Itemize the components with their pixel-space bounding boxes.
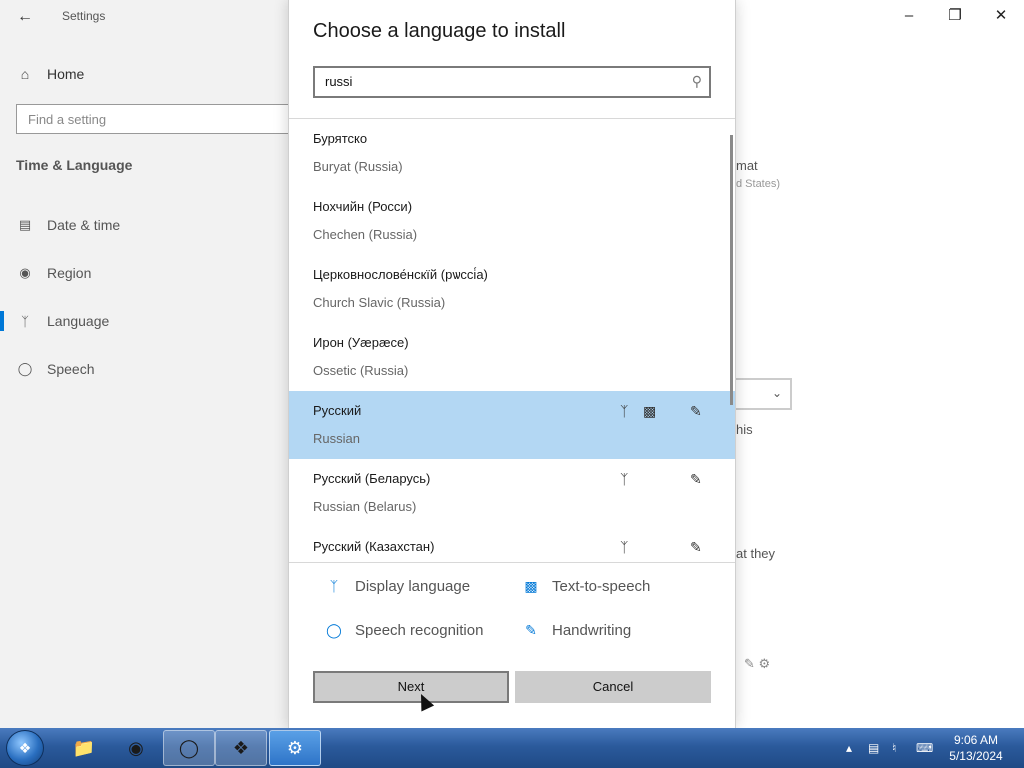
language-native-name: Нохчийн (Росси) (313, 199, 413, 214)
legend-speech-recognition: ◯ Speech recognition (325, 619, 483, 641)
background-text-this: his (736, 422, 753, 437)
home-label: Home (47, 66, 85, 82)
legend-display-language: ᛉ Display language (325, 575, 470, 597)
find-setting-input[interactable]: Find a setting (16, 104, 306, 134)
language-native-name: Русский (313, 403, 362, 418)
background-dropdown[interactable]: ⌄ (730, 378, 792, 410)
clock-time: 9:06 AM (953, 733, 999, 747)
legend-handwriting: ✎ Handwriting (522, 619, 631, 641)
legend-label: Handwriting (552, 621, 632, 639)
keyboard-icon[interactable]: ⌨ (916, 728, 933, 768)
display-language-icon: ᛉ (620, 539, 629, 555)
language-native-name: Русский (Беларусь) (313, 471, 431, 486)
chevron-down-icon: ⌄ (771, 386, 782, 400)
section-heading: Time & Language (16, 157, 133, 173)
language-english-name: Ossetic (Russia) (313, 363, 409, 378)
language-row-church-slavic[interactable]: Церковнослове́нскїй (рѡссі́а) Church Sla… (289, 255, 735, 323)
language-english-name: Chechen (Russia) (313, 227, 418, 242)
settings-gear-icon[interactable]: ⚙ (269, 730, 321, 766)
handwriting-icon: ✎ (690, 539, 702, 555)
display-language-icon: ᛉ (620, 403, 629, 419)
display-language-icon: ᛉ (620, 471, 629, 487)
language-row-russian-belarus[interactable]: Русский (Беларусь) Russian (Belarus) ᛉ ✎ (289, 459, 735, 527)
sidebar-item-label: Date & time (47, 217, 121, 233)
taskbar: ❖ 📁 ◉ ◯ ❖ ⚙ ▴ ▤ ♮ ⌨ 9:06 AM 5/13/2024 (0, 728, 1024, 768)
microphone-icon: ◯ (17, 361, 33, 376)
home-icon: ⌂ (20, 66, 30, 82)
sidebar-item-speech[interactable]: ◯ Speech (16, 357, 95, 381)
network-icon[interactable]: ▤ (868, 728, 879, 768)
language-row-russian[interactable]: Русский Russian ᛉ ▩ ✎ (289, 391, 735, 459)
volume-muted-icon[interactable]: ♮ (892, 728, 896, 768)
firefox-icon[interactable]: ◉ (110, 730, 162, 766)
minimize-button[interactable]: – (897, 4, 921, 28)
language-icon: ᛉ (21, 313, 29, 329)
calendar-clock-icon: ▤ (18, 217, 32, 232)
language-english-name: Church Slavic (Russia) (313, 295, 446, 310)
window-title: Settings (62, 9, 106, 23)
background-feature-icons: ✎ ⚙ (744, 656, 771, 671)
background-text-that-they: at they (736, 546, 776, 561)
display-language-icon: ᛉ (329, 578, 339, 594)
handwriting-icon: ✎ (525, 621, 537, 638)
start-button[interactable]: ❖ (6, 730, 44, 766)
globe-icon: ◉ (19, 265, 31, 280)
microphone-icon: ◯ (326, 621, 342, 638)
sidebar-item-date-time[interactable]: ▤ Date & time (16, 213, 120, 237)
legend-label: Speech recognition (355, 621, 484, 639)
cancel-button[interactable]: Cancel (515, 671, 711, 703)
language-row-ossetic[interactable]: Ирон (Уæрæсе) Ossetic (Russia) (289, 323, 735, 391)
language-native-name: Русский (Казахстан) (313, 539, 435, 554)
sidebar-item-region[interactable]: ◉ Region (16, 261, 91, 285)
language-native-name: Бурятско (313, 131, 368, 146)
find-setting-placeholder: Find a setting (28, 112, 107, 127)
background-text-format: mat (736, 158, 758, 173)
sidebar-item-label: Speech (47, 361, 95, 377)
language-row-buryat[interactable]: Бурятско Buryat (Russia) (289, 119, 735, 187)
legend-text-to-speech: ▩ Text-to-speech (522, 575, 650, 597)
background-text-states: d States) (736, 178, 781, 190)
tray-expand-icon[interactable]: ▴ (846, 728, 852, 768)
next-button[interactable]: Next (313, 671, 509, 703)
restore-button[interactable]: ❐ (943, 4, 967, 28)
selected-indicator (0, 311, 4, 331)
language-english-name: Russian (313, 431, 360, 446)
chrome-icon[interactable]: ◯ (163, 730, 215, 766)
back-arrow-icon[interactable]: ← (14, 6, 36, 28)
language-search-input[interactable]: russi ⚲ (313, 66, 711, 98)
text-to-speech-icon: ▩ (524, 577, 538, 594)
language-install-dialog: Choose a language to install russi ⚲ Бур… (288, 0, 736, 728)
handwriting-icon: ✎ (690, 403, 702, 419)
search-value: russi (325, 74, 353, 89)
language-native-name: Церковнослове́нскїй (рѡссі́а) (313, 267, 488, 282)
clock-date: 5/13/2024 (949, 749, 1003, 763)
close-button[interactable]: ✕ (989, 4, 1013, 28)
legend-label: Display language (355, 577, 471, 595)
dialog-title: Choose a language to install (313, 20, 566, 42)
language-native-name: Ирон (Уæрæсе) (313, 335, 409, 350)
clock[interactable]: 9:06 AM 5/13/2024 (944, 732, 1008, 764)
language-english-name: Buryat (Russia) (313, 159, 403, 174)
legend-label: Text-to-speech (552, 577, 651, 595)
language-list: Бурятско Buryat (Russia) Нохчийн (Росси)… (289, 119, 735, 562)
windows-app-icon[interactable]: ❖ (215, 730, 267, 766)
search-icon[interactable]: ⚲ (692, 73, 702, 90)
sidebar-item-language[interactable]: ᛉ Language (16, 309, 109, 333)
sidebar-item-label: Language (47, 313, 110, 329)
sidebar-item-label: Region (47, 265, 92, 281)
home-nav-item[interactable]: ⌂ Home (17, 64, 85, 84)
language-row-chechen[interactable]: Нохчийн (Росси) Chechen (Russia) (289, 187, 735, 255)
language-row-russian-kazakhstan[interactable]: Русский (Казахстан) ᛉ ✎ (289, 527, 735, 562)
settings-sidebar: ← Settings ⌂ Home Find a setting Time & … (0, 0, 306, 728)
legend-divider (289, 562, 735, 563)
handwriting-icon: ✎ (690, 471, 702, 487)
language-english-name: Russian (Belarus) (313, 499, 417, 514)
text-to-speech-icon: ▩ (643, 403, 657, 419)
file-explorer-icon[interactable]: 📁 (58, 730, 110, 766)
list-scrollbar[interactable] (730, 135, 733, 405)
